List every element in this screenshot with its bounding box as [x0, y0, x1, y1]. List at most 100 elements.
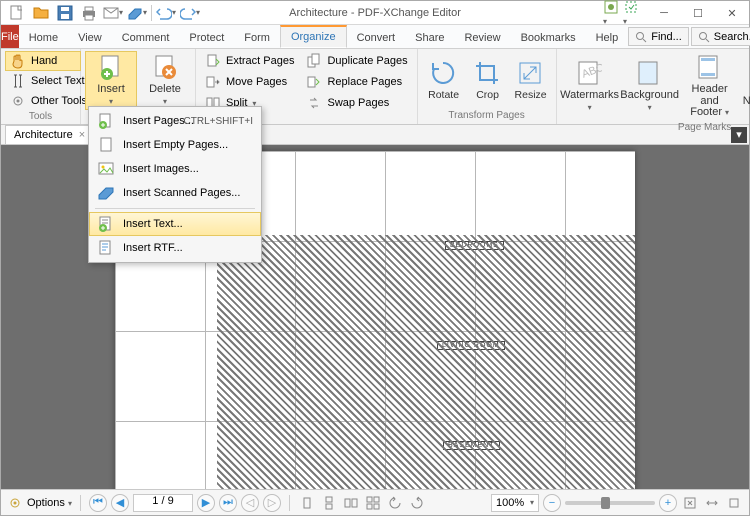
- replace-pages-button[interactable]: Replace Pages: [301, 72, 412, 92]
- watermarks-button[interactable]: ABCWatermarks▾: [561, 51, 619, 122]
- zoom-value: 100%: [496, 497, 524, 509]
- actual-size-icon[interactable]: [725, 494, 743, 512]
- maximize-button[interactable]: ☐: [681, 1, 715, 25]
- ribbon-tabbar: File Home View Comment Protect Form Orga…: [1, 25, 749, 49]
- menu-insert-text[interactable]: Insert Text...: [89, 212, 261, 236]
- resize-button[interactable]: Resize: [510, 51, 552, 110]
- delete-label: Delete: [149, 83, 181, 95]
- open-folder-icon[interactable]: [31, 3, 51, 23]
- page-input[interactable]: 1 / 9: [133, 494, 193, 512]
- new-doc-icon[interactable]: [7, 3, 27, 23]
- mail-icon[interactable]: ▾: [103, 3, 123, 23]
- crop-label: Crop: [476, 90, 499, 101]
- file-tab[interactable]: File: [1, 25, 19, 48]
- insert-label: Insert: [97, 83, 125, 95]
- tab-comment[interactable]: Comment: [112, 25, 180, 48]
- document-tab-label: Architecture: [14, 129, 73, 141]
- tab-form[interactable]: Form: [234, 25, 280, 48]
- zoom-in-button[interactable]: +: [659, 494, 677, 512]
- crop-button[interactable]: Crop: [468, 51, 508, 110]
- tab-review[interactable]: Review: [454, 25, 510, 48]
- move-pages-button[interactable]: Move Pages: [200, 72, 299, 92]
- other-tools[interactable]: Other Tools▾: [5, 91, 81, 111]
- delete-page-icon: [151, 54, 179, 82]
- undo-icon[interactable]: ▾: [156, 3, 176, 23]
- swap-pages-button[interactable]: Swap Pages: [301, 93, 412, 113]
- delete-button[interactable]: Delete▾: [139, 51, 191, 110]
- duplicate-pages-button[interactable]: Duplicate Pages: [301, 51, 412, 71]
- launch-icon[interactable]: ▾: [623, 0, 639, 27]
- menu-label: Insert Images...: [123, 163, 199, 175]
- nav-back-button[interactable]: ◁: [241, 494, 259, 512]
- tab-convert[interactable]: Convert: [347, 25, 406, 48]
- tab-share[interactable]: Share: [405, 25, 454, 48]
- bates-button[interactable]: 000001Bates Numbering ▾: [741, 51, 750, 122]
- menu-insert-rtf[interactable]: Insert RTF...: [89, 236, 261, 260]
- menu-label: Insert Empty Pages...: [123, 139, 228, 151]
- first-page-button[interactable]: ⏮: [89, 494, 107, 512]
- menu-insert-images[interactable]: Insert Images...: [89, 157, 261, 181]
- scan-icon[interactable]: ▾: [127, 3, 147, 23]
- save-icon[interactable]: [55, 3, 75, 23]
- replace-icon: [306, 74, 322, 90]
- header-footer-button[interactable]: Header and Footer ▾: [681, 51, 739, 122]
- move-icon: [205, 74, 221, 90]
- insert-button[interactable]: Insert▾: [85, 51, 137, 110]
- zoom-out-button[interactable]: −: [543, 494, 561, 512]
- select-text-tool[interactable]: Select Text: [5, 71, 81, 91]
- tab-close-icon[interactable]: ×: [79, 129, 85, 141]
- print-icon[interactable]: [79, 3, 99, 23]
- gear-icon: [10, 93, 26, 109]
- tab-protect[interactable]: Protect: [179, 25, 234, 48]
- resize-icon: [517, 60, 545, 88]
- rotate-view-ccw-icon[interactable]: [386, 494, 404, 512]
- zoom-slider[interactable]: [565, 501, 655, 505]
- find-label: Find...: [651, 31, 682, 43]
- menu-insert-empty[interactable]: Insert Empty Pages...: [89, 133, 261, 157]
- statusbar: Options ▾ ⏮ ◀ 1 / 9 ▶ ⏭ ◁ ▷ 100%▾ − +: [1, 489, 749, 515]
- fit-page-icon[interactable]: [681, 494, 699, 512]
- last-page-button[interactable]: ⏭: [219, 494, 237, 512]
- bates-label: Bates Numbering: [743, 83, 750, 107]
- redo-icon[interactable]: ▾: [180, 3, 200, 23]
- other-tools-label: Other Tools: [31, 95, 87, 107]
- layout-single-icon[interactable]: [298, 494, 316, 512]
- layout-continuous-icon[interactable]: [320, 494, 338, 512]
- room-label: LIVING ROOM: [437, 341, 505, 350]
- rotate-button[interactable]: Rotate: [422, 51, 466, 110]
- options-label: Options: [27, 497, 65, 509]
- tab-organize[interactable]: Organize: [280, 25, 347, 48]
- layout-facing-icon[interactable]: [342, 494, 360, 512]
- tab-help[interactable]: Help: [586, 25, 629, 48]
- minimize-button[interactable]: ─: [647, 1, 681, 25]
- ui-options-icon[interactable]: ▾: [603, 0, 619, 27]
- tab-bookmarks[interactable]: Bookmarks: [511, 25, 586, 48]
- rotate-view-cw-icon[interactable]: [408, 494, 426, 512]
- tab-view[interactable]: View: [68, 25, 112, 48]
- next-page-button[interactable]: ▶: [197, 494, 215, 512]
- nav-fwd-button[interactable]: ▷: [263, 494, 281, 512]
- insert-dropdown: Insert Pages...CTRL+SHIFT+I Insert Empty…: [88, 106, 262, 263]
- replace-label: Replace Pages: [327, 76, 402, 88]
- background-label: Background: [620, 89, 679, 101]
- close-button[interactable]: ✕: [715, 1, 749, 25]
- tab-home[interactable]: Home: [19, 25, 68, 48]
- prev-page-button[interactable]: ◀: [111, 494, 129, 512]
- fit-width-icon[interactable]: [703, 494, 721, 512]
- menu-insert-scanned[interactable]: Insert Scanned Pages...: [89, 181, 261, 205]
- transform-group-label: Transform Pages: [422, 110, 552, 122]
- menu-insert-pages[interactable]: Insert Pages...CTRL+SHIFT+I: [89, 109, 261, 133]
- find-button[interactable]: Find...: [628, 27, 689, 46]
- search-button[interactable]: Search...: [691, 27, 750, 46]
- extract-pages-button[interactable]: Extract Pages: [200, 51, 299, 71]
- document-tab[interactable]: Architecture ×: [5, 125, 94, 144]
- options-button[interactable]: Options ▾: [27, 497, 72, 509]
- group-label-tools: Tools: [5, 111, 76, 122]
- extract-icon: [205, 53, 221, 69]
- menu-shortcut: CTRL+SHIFT+I: [184, 116, 253, 127]
- zoom-input[interactable]: 100%▾: [491, 494, 539, 512]
- layout-facing-cont-icon[interactable]: [364, 494, 382, 512]
- background-button[interactable]: Background▾: [621, 51, 679, 122]
- hand-tool[interactable]: Hand: [5, 51, 81, 71]
- group-tools: Hand Select Text Other Tools▾ Tools: [1, 49, 81, 124]
